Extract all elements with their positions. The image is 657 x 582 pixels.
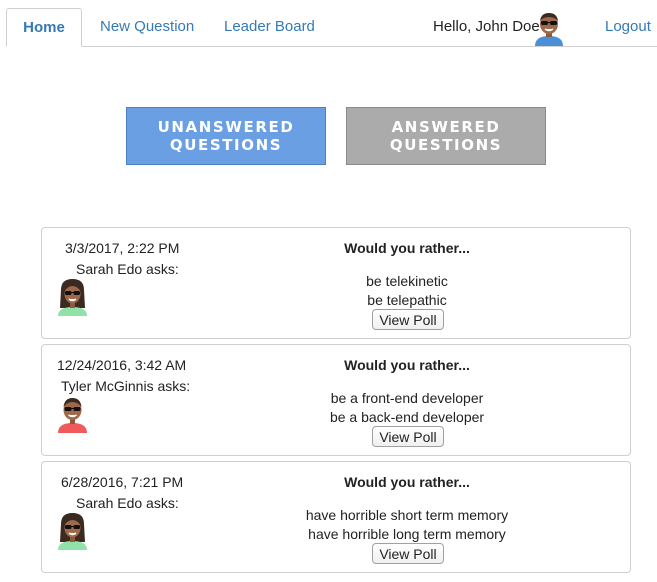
- view-poll-button[interactable]: View Poll: [372, 543, 444, 564]
- question-card: 3/3/2017, 2:22 PM Sarah Edo asks: Would …: [41, 227, 631, 339]
- tab-home[interactable]: Home: [6, 8, 82, 47]
- option-one: be telekinetic: [366, 273, 448, 289]
- question-heading: Would you rather...: [344, 474, 470, 490]
- question-card: 12/24/2016, 3:42 AM Tyler McGinnis asks:…: [41, 344, 631, 456]
- tab-leader-board[interactable]: Leader Board: [224, 18, 315, 35]
- woman-avatar-icon: [58, 279, 87, 316]
- question-date: 3/3/2017, 2:22 PM: [65, 240, 180, 256]
- question-asker: Sarah Edo asks:: [76, 495, 179, 511]
- logout-link[interactable]: Logout: [605, 18, 651, 35]
- question-date: 6/28/2016, 7:21 PM: [61, 474, 184, 490]
- top-navigation: Home New Question Leader Board Hello, Jo…: [0, 0, 657, 47]
- answered-questions-button[interactable]: ANSWERED QUESTIONS: [346, 107, 546, 165]
- question-card: 6/28/2016, 7:21 PM Sarah Edo asks: Would…: [41, 461, 631, 573]
- woman-avatar-icon: [58, 513, 87, 550]
- option-two: be telepathic: [367, 292, 447, 308]
- option-one: be a front-end developer: [330, 390, 484, 406]
- user-avatar-icon: [535, 13, 563, 46]
- tab-new-question[interactable]: New Question: [100, 18, 194, 35]
- question-asker: Tyler McGinnis asks:: [61, 378, 191, 394]
- question-heading: Would you rather...: [344, 357, 470, 373]
- view-poll-button[interactable]: View Poll: [372, 309, 444, 330]
- man-avatar-icon: [58, 398, 87, 433]
- question-asker: Sarah Edo asks:: [76, 261, 179, 277]
- view-poll-button[interactable]: View Poll: [372, 426, 444, 447]
- user-greeting: Hello, John Doe: [433, 18, 540, 35]
- question-date: 12/24/2016, 3:42 AM: [57, 357, 187, 373]
- nav-divider: [82, 46, 657, 47]
- unanswered-questions-button[interactable]: UNANSWERED QUESTIONS: [126, 107, 326, 165]
- option-one: have horrible short term memory: [305, 507, 509, 523]
- question-heading: Would you rather...: [344, 240, 470, 256]
- option-two: be a back-end developer: [329, 409, 485, 425]
- option-two: have horrible long term memory: [308, 526, 506, 542]
